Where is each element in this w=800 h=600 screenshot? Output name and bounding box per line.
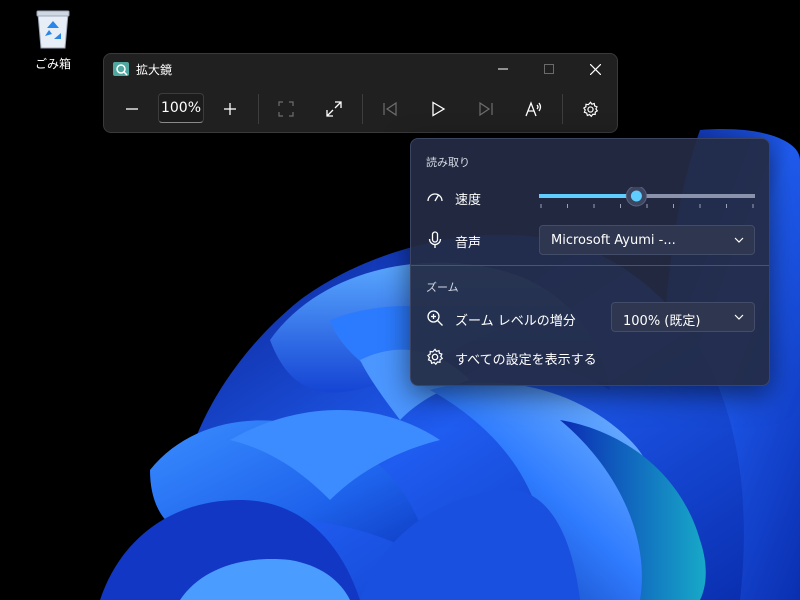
minimize-icon [498, 68, 508, 70]
close-button[interactable] [572, 54, 618, 84]
gear-icon [582, 100, 598, 117]
zoom-out-button[interactable] [114, 93, 150, 125]
magnifier-toolbar: 100% [104, 86, 617, 132]
read-from-here-button[interactable] [516, 93, 552, 125]
zoom-increment-dropdown[interactable]: 100% (既定) [611, 302, 755, 332]
maximize-icon [544, 64, 554, 74]
gear-icon [427, 348, 444, 366]
zoom-increment-label: ズーム レベルの増分 [455, 314, 576, 329]
section-divider [411, 265, 769, 266]
zoom-increment-value: 100% (既定) [623, 314, 701, 329]
speedometer-icon [427, 193, 443, 202]
zoom-section-header: ズーム [426, 281, 459, 294]
expand-arrows-icon [326, 101, 342, 117]
recycle-bin[interactable]: ごみ箱 [22, 6, 84, 72]
next-sentence-button[interactable] [468, 93, 504, 125]
read-aloud-icon [525, 101, 542, 117]
minus-icon [126, 108, 138, 110]
voice-dropdown[interactable]: Microsoft Ayumi -... [539, 225, 755, 255]
all-settings-link[interactable]: すべての設定を表示する [421, 341, 721, 369]
reading-section-header: 読み取り [426, 156, 470, 169]
view-mode-button[interactable] [268, 93, 304, 125]
zoom-in-magnifier-icon [427, 310, 443, 326]
voice-dropdown-value: Microsoft Ayumi -... [551, 233, 676, 248]
desktop: ごみ箱 拡大鏡 100% 読み取り 速度 音声 Microsoft Ayumi … [0, 0, 800, 600]
recycle-bin-icon [36, 10, 70, 49]
close-icon [589, 63, 601, 75]
speed-label: 速度 [455, 193, 482, 208]
speed-slider[interactable] [539, 187, 755, 211]
skip-next-icon [479, 101, 493, 117]
voice-label: 音声 [455, 236, 482, 251]
all-settings-label: すべての設定を表示する [455, 353, 597, 368]
play-icon [432, 101, 446, 117]
previous-sentence-button[interactable] [372, 93, 408, 125]
magnifier-window: 拡大鏡 100% [103, 53, 618, 133]
title-bar[interactable]: 拡大鏡 [104, 54, 617, 84]
chevron-down-icon [734, 237, 744, 243]
zoom-level-display: 100% [158, 93, 204, 123]
expand-view-button[interactable] [316, 93, 352, 125]
fullscreen-view-icon [278, 101, 294, 117]
skip-previous-icon [383, 101, 397, 117]
settings-button[interactable] [572, 93, 608, 125]
window-title: 拡大鏡 [136, 63, 173, 77]
toolbar-separator [258, 94, 259, 124]
magnifier-app-icon [113, 62, 129, 76]
maximize-button[interactable] [526, 54, 572, 84]
zoom-in-button[interactable] [212, 93, 248, 125]
toolbar-separator [362, 94, 363, 124]
minimize-button[interactable] [480, 54, 526, 84]
toolbar-separator [562, 94, 563, 124]
play-button[interactable] [420, 93, 456, 125]
microphone-icon [428, 231, 442, 248]
recycle-bin-label: ごみ箱 [34, 57, 71, 71]
reading-settings-flyout: 読み取り 速度 音声 Microsoft Ayumi -... ズーム ズーム … [410, 138, 770, 386]
plus-icon [224, 103, 236, 115]
chevron-down-icon [734, 314, 744, 320]
